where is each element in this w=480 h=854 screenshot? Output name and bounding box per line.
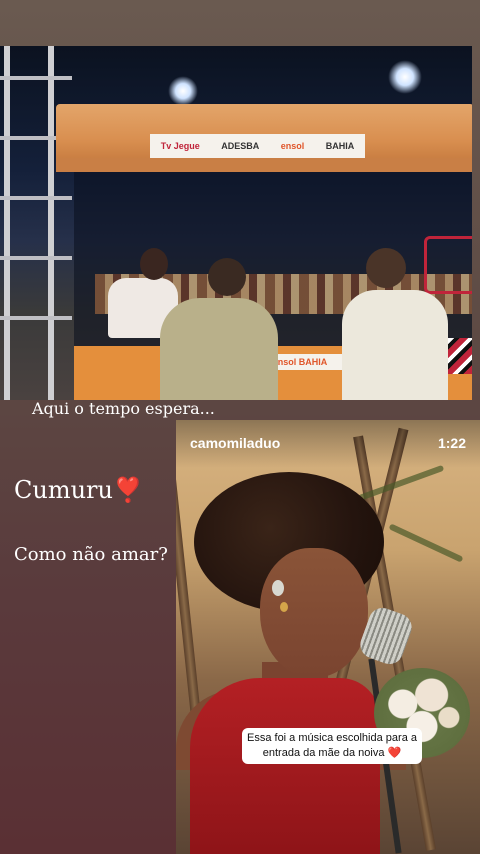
video-timestamp: 1:22 — [437, 435, 466, 451]
sponsor-banner: Tv Jegue ADESBA ensol BAHIA — [150, 134, 365, 158]
woman-white-outfit-head — [366, 248, 406, 288]
vendor-head — [140, 248, 168, 280]
palm-leaf — [388, 523, 464, 563]
earbud-icon — [272, 580, 284, 596]
woman-green-dress — [160, 298, 278, 400]
video-caption: Essa foi a música escolhida para a entra… — [242, 728, 422, 764]
heart-icon: ❤️ — [387, 747, 402, 759]
metal-scaffold — [0, 46, 72, 400]
earring — [280, 602, 288, 612]
sponsor-2: ADESBA — [221, 141, 260, 151]
embedded-video[interactable]: camomiladuo 1:22 Essa foi a música escol… — [176, 420, 480, 854]
singer-face — [260, 548, 368, 678]
sponsor-1: Tv Jegue — [160, 141, 200, 151]
video-caption-line-2-wrap: entrada da mãe da noiva ❤️ — [246, 746, 418, 761]
market-stall-photo: Tv Jegue ADESBA ensol BAHIA ensol BAHIA — [0, 46, 472, 400]
story-title-text: Cumuru — [14, 476, 113, 504]
sponsor-4: BAHIA — [325, 141, 355, 151]
video-caption-line-2: entrada da mãe da noiva — [262, 747, 385, 759]
video-username[interactable]: camomiladuo — [190, 435, 280, 451]
story-subtitle: Como não amar? — [14, 544, 168, 565]
stall-canopy-edge — [56, 158, 472, 172]
sponsor-3: ensol — [280, 141, 305, 151]
singer-red-dress — [190, 678, 380, 854]
woman-green-dress-head — [208, 258, 246, 296]
woman-white-outfit — [342, 290, 448, 400]
street-lamp-right — [388, 60, 422, 94]
heart-exclamation-icon: ❣️ — [112, 476, 143, 504]
street-lamp-left — [168, 76, 198, 106]
caption-top: Aqui o tempo espera... — [32, 399, 215, 418]
story-title: Cumuru❣️ — [14, 476, 143, 504]
video-caption-line-1: Essa foi a música escolhida para a — [247, 732, 417, 744]
red-decoration — [424, 236, 472, 294]
